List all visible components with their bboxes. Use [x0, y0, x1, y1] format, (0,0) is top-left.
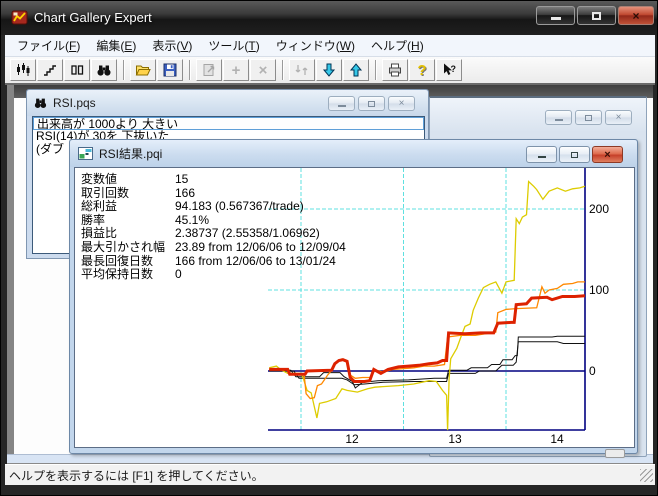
stats-block: 変数値15 取引回数166 総利益94.183 (0.567367/trade)…	[81, 173, 346, 282]
minimize-icon	[551, 17, 561, 20]
menu-edit[interactable]: 編集(E)	[88, 35, 144, 56]
maximize-button[interactable]	[559, 146, 590, 163]
maximize-button[interactable]	[575, 110, 602, 125]
minimize-icon	[338, 105, 346, 107]
binoculars-icon	[96, 62, 112, 78]
maximize-icon	[368, 101, 375, 107]
maximize-icon	[592, 12, 601, 20]
minimize-icon	[538, 156, 546, 158]
step-chart-icon	[42, 62, 58, 78]
maximize-icon	[585, 115, 592, 121]
scrollbar-thumb-fragment[interactable]	[605, 449, 625, 458]
window-title: Chart Gallery Expert	[34, 10, 152, 25]
close-button[interactable]: ×	[605, 110, 632, 125]
close-icon: ×	[604, 149, 610, 161]
context-help-button[interactable]: ?	[436, 59, 462, 81]
y-axis-tick: 200	[589, 202, 631, 216]
delete-button[interactable]: ×	[250, 59, 276, 81]
stat-row: 平均保持日数0	[81, 268, 346, 282]
column-chart-icon	[69, 62, 85, 78]
stat-row: 総利益94.183 (0.567367/trade)	[81, 200, 346, 214]
result-client-area: 変数値15 取引回数166 総利益94.183 (0.567367/trade)…	[74, 167, 635, 448]
stat-row: 取引回数166	[81, 187, 346, 201]
x-axis-tick: 12	[340, 432, 364, 446]
resize-grip-icon[interactable]	[640, 469, 653, 482]
print-button[interactable]	[382, 59, 408, 81]
stat-row: 最大引かされ幅23.89 from 12/06/06 to 12/09/04	[81, 241, 346, 255]
menubar: ファイル(F) 編集(E) 表示(V) ツール(T) ウィンドウ(W) ヘルプ(…	[5, 35, 655, 57]
recalculate-button[interactable]	[289, 59, 315, 81]
minimize-button[interactable]	[328, 96, 355, 111]
toolbar-separator	[375, 60, 377, 80]
y-axis-tick: 100	[589, 283, 631, 297]
help-button[interactable]: ?	[409, 59, 435, 81]
delete-x-icon: ×	[259, 63, 268, 78]
close-button[interactable]: ×	[388, 96, 415, 111]
maximize-button[interactable]	[358, 96, 385, 111]
maximize-icon	[571, 152, 578, 158]
result-window-title: RSI結果.pqi	[99, 145, 162, 162]
toolbar-separator	[123, 60, 125, 80]
open-folder-icon	[135, 62, 151, 78]
candlestick-chart-icon	[15, 62, 31, 78]
minimize-button[interactable]	[526, 146, 557, 163]
toolbar-separator	[189, 60, 191, 80]
status-text: ヘルプを表示するには [F1] を押してください。	[9, 467, 264, 484]
stat-row: 変数値15	[81, 173, 346, 187]
menu-window[interactable]: ウィンドウ(W)	[268, 35, 363, 56]
svg-text:?: ?	[451, 64, 457, 74]
minimize-button[interactable]	[545, 110, 572, 125]
toolbar: + × ?	[5, 57, 655, 85]
stat-row: 勝率45.1%	[81, 214, 346, 228]
down-arrow-icon	[321, 62, 337, 78]
column-chart-button[interactable]	[64, 59, 90, 81]
close-button[interactable]: ×	[618, 6, 654, 25]
toolbar-separator	[282, 60, 284, 80]
mdi-workspace: × RSI.pqs × 出来高が 1000より 大きい RSI(14)が 30を	[7, 85, 653, 464]
minimize-button[interactable]	[536, 6, 575, 25]
minimize-icon	[555, 119, 563, 121]
menu-tools[interactable]: ツール(T)	[200, 35, 267, 56]
stat-row: 損益比2.38737 (2.55358/1.06962)	[81, 227, 346, 241]
step-chart-button[interactable]	[37, 59, 63, 81]
menu-file[interactable]: ファイル(F)	[9, 35, 88, 56]
x-axis-tick: 14	[545, 432, 569, 446]
menu-help[interactable]: ヘルプ(H)	[363, 35, 432, 56]
help-icon: ?	[417, 63, 426, 78]
properties-button[interactable]	[196, 59, 222, 81]
chart-file-icon	[78, 147, 93, 160]
statusbar: ヘルプを表示するには [F1] を押してください。	[5, 464, 655, 485]
maximize-button[interactable]	[577, 6, 616, 25]
close-icon: ×	[399, 98, 405, 109]
plus-icon: +	[232, 63, 241, 78]
application-window: Chart Gallery Expert × ファイル(F) 編集(E) 表示(…	[0, 0, 658, 496]
close-icon: ×	[616, 112, 622, 123]
list-item[interactable]: 出来高が 1000より 大きい	[33, 117, 424, 130]
menu-view[interactable]: 表示(V)	[144, 35, 200, 56]
properties-icon	[201, 62, 217, 78]
close-icon: ×	[632, 9, 639, 23]
finder-window-title: RSI.pqs	[53, 96, 96, 110]
printer-icon	[387, 62, 403, 78]
open-button[interactable]	[130, 59, 156, 81]
workspace-left-shadow	[7, 85, 14, 464]
candlestick-chart-button[interactable]	[10, 59, 36, 81]
app-icon	[11, 9, 28, 26]
result-window[interactable]: RSI結果.pqi × 変数値15 取引回数166 総利益94.183 (0.5…	[69, 139, 638, 454]
move-up-button[interactable]	[343, 59, 369, 81]
move-down-button[interactable]	[316, 59, 342, 81]
main-titlebar[interactable]: Chart Gallery Expert ×	[1, 1, 658, 35]
close-button[interactable]: ×	[592, 146, 623, 163]
floppy-disk-icon	[162, 62, 178, 78]
recalculate-icon	[294, 62, 310, 78]
x-axis-tick: 13	[443, 432, 467, 446]
find-button[interactable]	[91, 59, 117, 81]
y-axis-tick: 0	[589, 364, 631, 378]
save-button[interactable]	[157, 59, 183, 81]
up-arrow-icon	[348, 62, 364, 78]
binoculars-icon	[33, 96, 48, 110]
context-help-icon: ?	[441, 62, 457, 78]
add-button[interactable]: +	[223, 59, 249, 81]
